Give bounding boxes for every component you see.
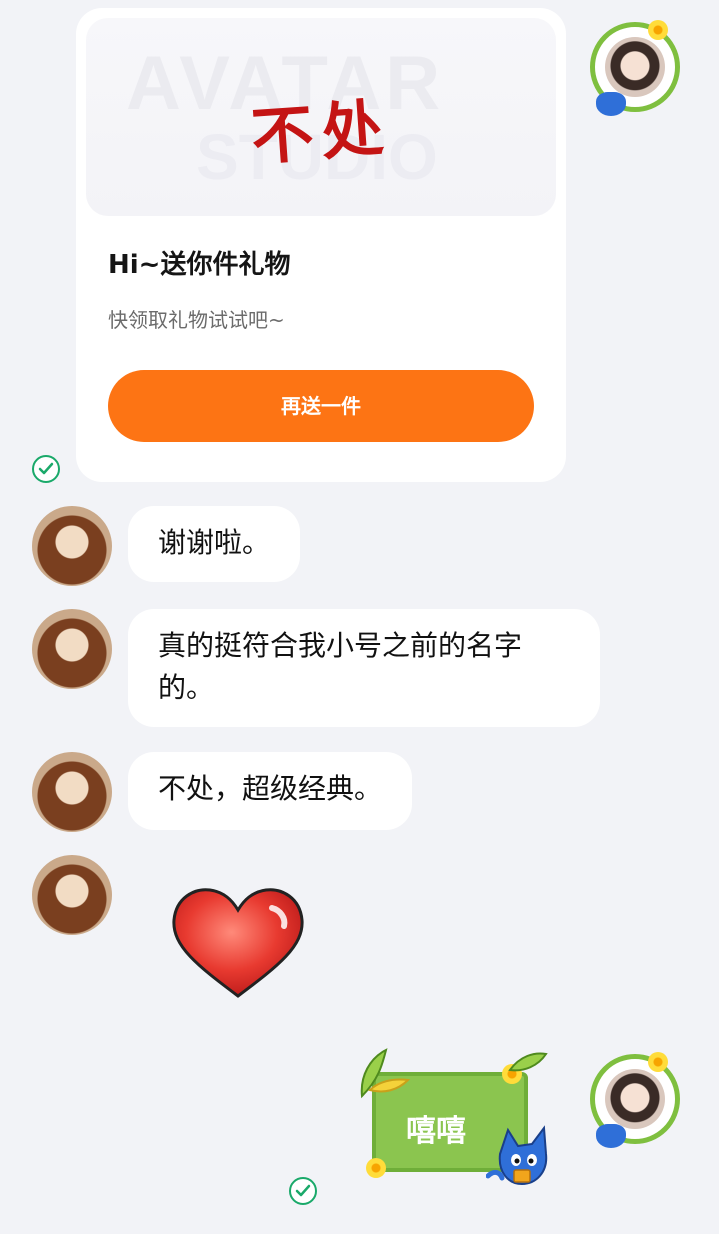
my-avatar-photo	[605, 37, 665, 97]
flower-decoration-icon	[366, 1158, 386, 1178]
contact-avatar[interactable]	[32, 609, 112, 689]
my-avatar-photo	[605, 1069, 665, 1129]
send-another-gift-button[interactable]: 再送一件	[108, 370, 534, 442]
avatar-frame-flower-icon	[648, 20, 668, 40]
contact-avatar[interactable]	[32, 855, 112, 935]
read-check-icon	[289, 1177, 317, 1205]
avatar-frame-cat-icon	[596, 1124, 626, 1148]
avatar-frame-cat-icon	[596, 92, 626, 116]
gift-subtitle: 快领取礼物试试吧~	[108, 308, 285, 332]
gift-card[interactable]: AVATAR STUDIO 不处 Hi~送你件礼物 快领取礼物试试吧~ 再送一件	[76, 8, 566, 482]
message-text: 不处，超级经典。	[158, 772, 383, 805]
sticker-text: 嘻嘻	[406, 1114, 466, 1149]
message-text: 真的挺符合我小号之前的名字	[158, 629, 523, 662]
contact-avatar[interactable]	[32, 506, 112, 586]
gift-title: Hi~送你件礼物	[108, 250, 291, 280]
message-bubble[interactable]: 谢谢啦。	[128, 506, 301, 582]
message-bubble[interactable]: 真的挺符合我小号之前的名字 的。	[128, 609, 600, 727]
leaf-decoration-icon	[352, 1046, 412, 1106]
heart-emoji-icon[interactable]	[168, 884, 308, 1004]
cat-sticker-icon	[485, 1124, 558, 1190]
message-text: 谢谢啦。	[158, 526, 271, 559]
read-check-icon	[32, 455, 60, 483]
contact-avatar[interactable]	[32, 752, 112, 832]
avatar-frame-flower-icon	[648, 1052, 668, 1072]
leaf-decoration-icon	[508, 1050, 548, 1074]
sticker-message[interactable]: 嘻嘻	[352, 1046, 562, 1196]
gift-preview-image: AVATAR STUDIO 不处	[86, 18, 556, 216]
message-bubble[interactable]: 不处，超级经典。	[128, 752, 413, 830]
message-text-continued: 的。	[158, 671, 215, 704]
